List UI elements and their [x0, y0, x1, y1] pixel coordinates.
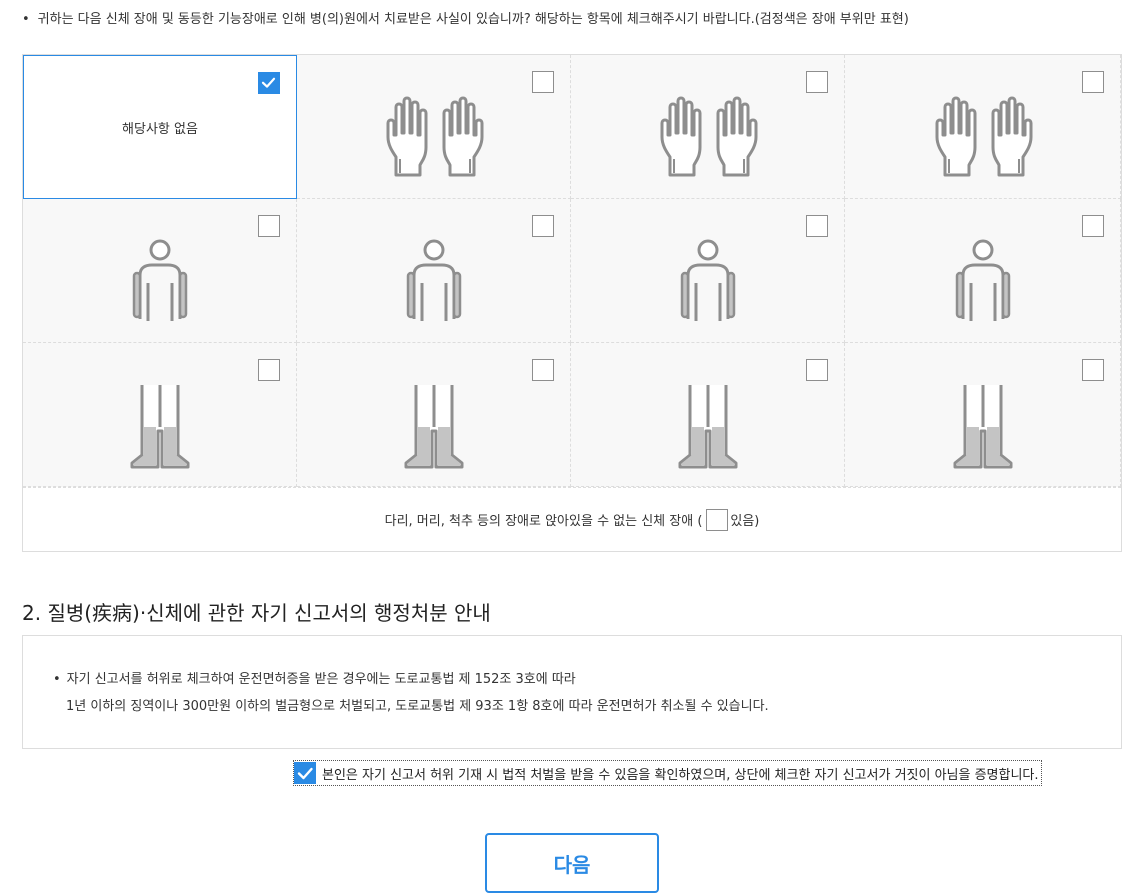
option-checkbox[interactable]: [258, 72, 280, 94]
disability-selection-grid: 다리, 머리, 척추 등의 장애로 앉아있을 수 없는 신체 장애 ( 있음) …: [22, 54, 1122, 552]
hands-icon: [384, 95, 484, 181]
upper-body-icon: [130, 239, 190, 327]
upper-body-icon: [953, 239, 1013, 327]
sitting-disability-checkbox[interactable]: [706, 508, 729, 531]
check-icon: [261, 77, 276, 88]
disability-option-body[interactable]: [571, 199, 845, 343]
option-checkbox[interactable]: [258, 359, 280, 381]
disability-option-legs[interactable]: [23, 343, 297, 487]
option-checkbox[interactable]: [1082, 215, 1104, 237]
upper-body-icon: [678, 239, 738, 327]
disability-option-legs[interactable]: [571, 343, 845, 487]
option-checkbox[interactable]: [1082, 71, 1104, 93]
option-checkbox[interactable]: [532, 215, 554, 237]
confirm-text: 본인은 자기 신고서 허위 기재 시 법적 처벌을 받을 수 있음을 확인하였으…: [322, 767, 1039, 783]
intro-text-row: • 귀하는 다음 신체 장애 및 동등한 기능장애로 인해 병(의)원에서 치료받…: [22, 8, 909, 27]
legs-icon: [951, 383, 1015, 473]
option-checkbox[interactable]: [1082, 359, 1104, 381]
hands-icon: [933, 95, 1033, 181]
option-checkbox[interactable]: [806, 359, 828, 381]
disability-option-legs[interactable]: [297, 343, 571, 487]
legs-icon: [402, 383, 466, 473]
none-option-label: 해당사항 없음: [122, 122, 198, 137]
section-title: 2. 질병(疾病)·신체에 관한 자기 신고서의 행정처분 안내: [22, 601, 491, 625]
sitting-disability-suffix: 있음): [730, 514, 760, 529]
disability-option-body[interactable]: [23, 199, 297, 343]
confirm-checkbox-row[interactable]: 본인은 자기 신고서 허위 기재 시 법적 처벌을 받을 수 있음을 확인하였으…: [293, 760, 1042, 786]
disability-option-none[interactable]: 해당사항 없음: [23, 55, 297, 199]
option-checkbox[interactable]: [806, 71, 828, 93]
notice-line-1: 자기 신고서를 허위로 체크하여 운전면허증을 받은 경우에는 도로교통법 제 …: [66, 672, 576, 687]
notice-box: • 자기 신고서를 허위로 체크하여 운전면허증을 받은 경우에는 도로교통법 제…: [22, 635, 1122, 749]
notice-line-2: 1년 이하의 징역이나 300만원 이하의 벌금형으로 처벌되고, 도로교통법 …: [66, 699, 769, 714]
disability-option-body[interactable]: [845, 199, 1121, 343]
legs-icon: [128, 383, 192, 473]
disability-option-legs[interactable]: [845, 343, 1121, 487]
next-button[interactable]: 다음: [485, 833, 659, 893]
notice-bullet: •: [53, 672, 61, 687]
sitting-disability-label: 다리, 머리, 척추 등의 장애로 앉아있을 수 없는 신체 장애 (: [384, 514, 703, 529]
disability-option-hands[interactable]: [571, 55, 845, 199]
bullet: •: [22, 12, 30, 27]
upper-body-icon: [404, 239, 464, 327]
disability-option-hands[interactable]: [845, 55, 1121, 199]
option-checkbox[interactable]: [258, 215, 280, 237]
hands-icon: [658, 95, 758, 181]
check-icon: [297, 767, 313, 780]
legs-icon: [676, 383, 740, 473]
disability-option-body[interactable]: [297, 199, 571, 343]
option-checkbox[interactable]: [806, 215, 828, 237]
confirm-checkbox[interactable]: [294, 762, 316, 784]
disability-option-hands[interactable]: [297, 55, 571, 199]
intro-text: 귀하는 다음 신체 장애 및 동등한 기능장애로 인해 병(의)원에서 치료받은…: [37, 12, 909, 27]
option-checkbox[interactable]: [532, 359, 554, 381]
option-checkbox[interactable]: [532, 71, 554, 93]
sitting-disability-row: 다리, 머리, 척추 등의 장애로 앉아있을 수 없는 신체 장애 ( 있음): [23, 487, 1121, 551]
